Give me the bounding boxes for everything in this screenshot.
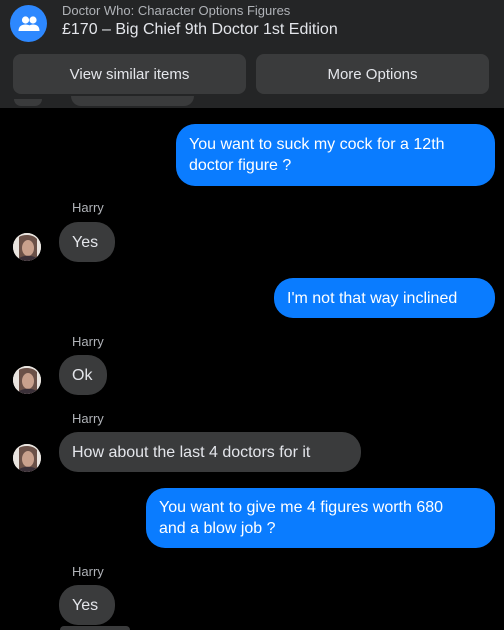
message-text: Ok: [72, 367, 93, 384]
message-bubble-outgoing[interactable]: You want to suck my cock for a 12th doct…: [176, 124, 495, 186]
sender-name: Harry: [72, 334, 104, 349]
message-text-line: doctor figure ?: [189, 157, 292, 174]
sender-name: Harry: [72, 564, 104, 579]
message-text-line: You want to suck my cock for a 12th: [189, 136, 445, 153]
message-bubble-incoming[interactable]: How about the last 4 doctors for it: [59, 432, 361, 472]
listing-title[interactable]: £170 – Big Chief 9th Doctor 1st Edition: [62, 21, 338, 39]
message-bubble-incoming[interactable]: Ok: [59, 355, 107, 395]
profile-photo: [13, 366, 41, 394]
view-similar-items-button[interactable]: View similar items: [13, 54, 246, 94]
sender-name: Harry: [72, 411, 104, 426]
message-text-line: You want to give me 4 figures worth 680: [159, 499, 444, 516]
message-bubble-incoming[interactable]: Yes: [59, 222, 115, 262]
avatar: [14, 99, 42, 106]
avatar[interactable]: [13, 366, 41, 394]
avatar[interactable]: [13, 233, 41, 261]
profile-photo: [13, 444, 41, 472]
group-icon[interactable]: [10, 5, 47, 42]
message-text: I'm not that way inclined: [287, 290, 458, 307]
people-icon-glyph: [18, 15, 39, 31]
message-bubble-incoming[interactable]: Yes: [59, 585, 115, 625]
avatar[interactable]: [13, 444, 41, 472]
more-options-button[interactable]: More Options: [256, 54, 489, 94]
message-text: Yes: [72, 234, 99, 251]
message-text: How about the last 4 doctors for it: [72, 444, 311, 461]
profile-photo: [13, 233, 41, 261]
message-bubble-outgoing[interactable]: I'm not that way inclined: [274, 278, 495, 318]
message-text: Yes: [72, 597, 99, 614]
message-bubble: [71, 96, 194, 106]
sender-name: Harry: [72, 200, 104, 215]
message-text-line: and a blow job ?: [159, 520, 276, 537]
message-bubble-outgoing[interactable]: You want to give me 4 figures worth 680 …: [146, 488, 495, 548]
listing-category[interactable]: Doctor Who: Character Options Figures: [62, 3, 290, 18]
message-bubble: [60, 626, 130, 630]
listing-header: Doctor Who: Character Options Figures £1…: [0, 0, 504, 108]
